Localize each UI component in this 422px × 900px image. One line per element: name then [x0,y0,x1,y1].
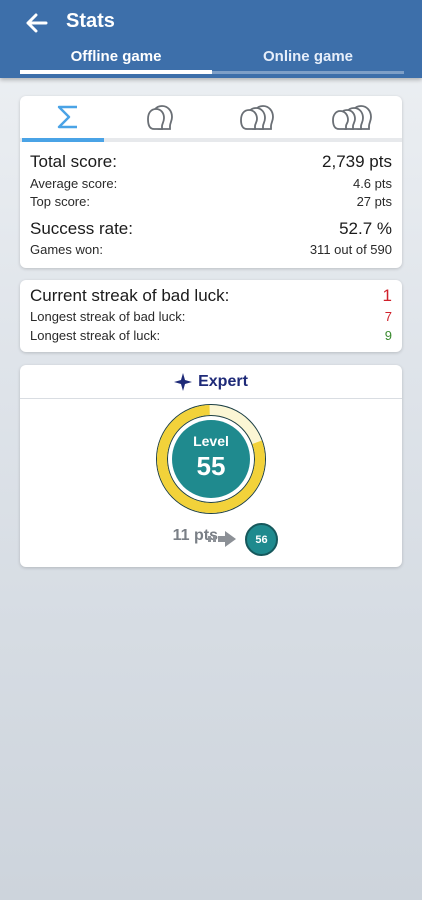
rank-header: Expert [20,365,402,399]
tab-four-players[interactable] [307,96,403,138]
longest-bad-luck-label: Longest streak of bad luck: [30,309,186,324]
back-button[interactable] [22,9,52,37]
longest-bad-luck-value: 7 [384,309,392,324]
score-stats-card: Total score: 2,739 pts Average score: 4.… [20,96,402,268]
player-tab-selected-indicator [22,138,104,142]
top-score-row: Top score: 27 pts [30,194,392,209]
arrow-right-icon [208,531,236,547]
current-bad-luck-value: 1 [382,286,392,305]
player-count-tabs [20,96,402,142]
streaks-card: Current streak of bad luck: 1 Longest st… [20,280,402,352]
four-players-icon [332,105,373,130]
level-card: Expert Level 55 11 pts 56 [20,365,402,567]
tab-selected-indicator [20,70,212,74]
tab-track [212,71,404,74]
success-rate-row: Success rate: 52.7 % [30,219,392,239]
longest-bad-luck-row: Longest streak of bad luck: 7 [30,309,392,324]
average-score-value: 4.6 pts [352,176,392,191]
longest-luck-row: Longest streak of luck: 9 [30,328,392,343]
games-won-value: 311 out of 590 [309,242,392,257]
sigma-icon [57,105,77,129]
longest-luck-value: 9 [384,328,392,343]
total-score-row: Total score: 2,739 pts [30,152,392,172]
longest-luck-label: Longest streak of luck: [30,328,161,343]
three-players-icon [239,105,274,130]
level-value: 55 [196,451,226,481]
current-bad-luck-row: Current streak of bad luck: 1 [30,286,392,306]
success-rate-label: Success rate: [30,219,133,238]
top-score-value: 27 pts [356,194,392,209]
level-label: Level [193,433,229,449]
current-bad-luck-label: Current streak of bad luck: [30,286,230,305]
tab-two-players[interactable] [116,96,212,138]
games-won-row: Games won: 311 out of 590 [30,242,392,257]
average-score-row: Average score: 4.6 pts [30,176,392,191]
top-score-label: Top score: [30,194,90,209]
sparkle-star-icon [174,372,193,391]
total-score-label: Total score: [30,152,117,171]
tab-all-players[interactable] [20,96,116,138]
success-rate-value: 52.7 % [339,219,392,238]
page-title: Stats [66,10,115,32]
two-players-icon [147,105,174,130]
games-won-label: Games won: [30,242,103,257]
rank-label: Expert [198,372,248,390]
average-score-label: Average score: [30,176,118,191]
total-score-value: 2,739 pts [322,152,392,171]
arrow-left-icon [26,13,48,33]
next-level-badge: 56 [245,523,278,556]
tab-three-players[interactable] [211,96,307,138]
app-bar: Stats Offline game Online game [0,0,422,78]
